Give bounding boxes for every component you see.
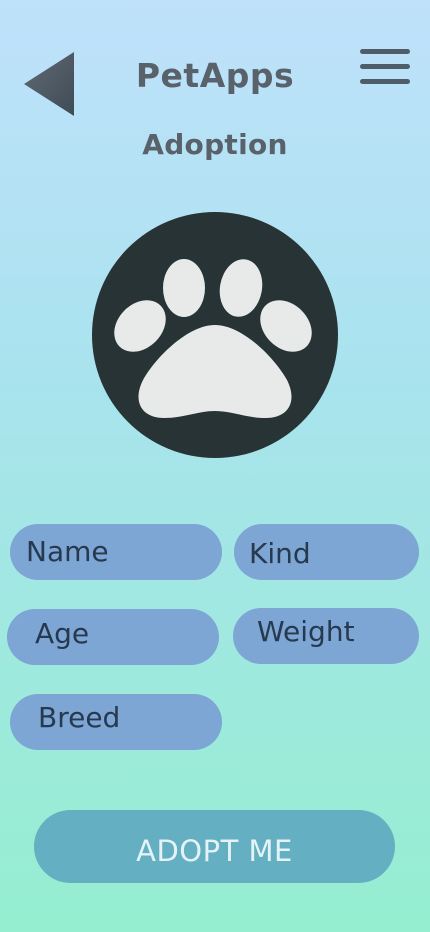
age-field[interactable]: Age (7, 609, 219, 665)
paw-print-icon (92, 212, 338, 458)
kind-field[interactable]: Kind (234, 524, 419, 580)
weight-field[interactable]: Weight (233, 608, 419, 664)
pet-avatar[interactable] (92, 212, 338, 458)
name-field[interactable]: Name (10, 524, 222, 580)
page-subtitle: Adoption (142, 128, 288, 161)
adopt-me-button[interactable]: ADOPT ME (34, 810, 395, 883)
breed-field[interactable]: Breed (10, 694, 222, 750)
menu-button[interactable] (360, 47, 410, 87)
